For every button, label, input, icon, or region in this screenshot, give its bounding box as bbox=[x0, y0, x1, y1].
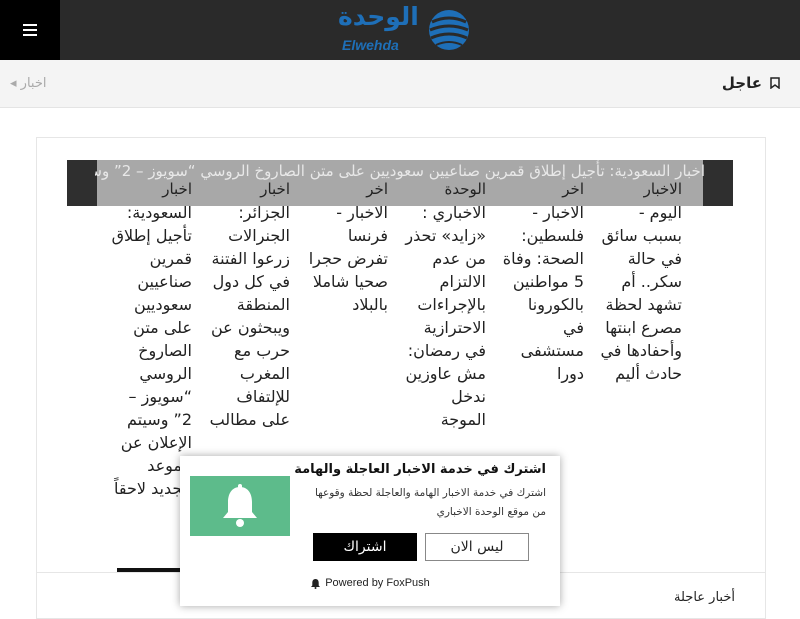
menu-button[interactable] bbox=[0, 0, 60, 60]
card-title[interactable]: الاخباري : «زايد» تحذر من عدم الالتزام ب… bbox=[404, 201, 486, 431]
logo-english-text: Elwehda bbox=[342, 37, 399, 53]
breaking-ticker[interactable]: اخبار ◂ bbox=[10, 76, 46, 91]
news-card[interactable]: اخر الاخبار - فرنسا تفرض حجرا صحيا شاملا… bbox=[306, 178, 388, 316]
popup-title: اشترك في خدمة الاخبار العاجلة والهامة bbox=[294, 462, 546, 477]
slider-next-button[interactable] bbox=[703, 160, 733, 206]
section-heading: أخبار عاجلة bbox=[674, 590, 735, 605]
site-logo[interactable]: الوحدة Elwehda bbox=[336, 2, 472, 56]
globe-logo-icon bbox=[429, 10, 469, 50]
popup-message: اشترك في خدمة الاخبار الهامة والعاجلة لح… bbox=[314, 487, 546, 518]
bookmark-icon bbox=[770, 77, 780, 89]
subscribe-button[interactable]: اشتراك bbox=[313, 533, 417, 561]
powered-by-text: Powered by FoxPush bbox=[325, 577, 430, 589]
card-category: الاخبار bbox=[643, 180, 682, 198]
card-category: اخبار bbox=[162, 180, 192, 198]
news-card[interactable]: الوحدة الاخباري : «زايد» تحذر من عدم الا… bbox=[404, 178, 486, 431]
bell-icon bbox=[223, 484, 257, 527]
not-now-button[interactable]: ليس الان bbox=[425, 533, 529, 561]
card-category: اخر bbox=[562, 180, 584, 198]
logo-arabic-text: الوحدة bbox=[338, 2, 419, 31]
card-title[interactable]: الاخبار - فرنسا تفرض حجرا صحيا شاملا بال… bbox=[306, 201, 388, 316]
ticker-text: اخبار bbox=[20, 76, 47, 91]
news-card[interactable]: اخبار الجزائر: الجنرالات زرعوا الفتنة في… bbox=[208, 178, 290, 431]
card-category: اخبار bbox=[260, 180, 290, 198]
card-category: الوحدة bbox=[444, 180, 487, 198]
site-header: الوحدة Elwehda bbox=[0, 0, 800, 60]
section-accent-bar bbox=[117, 568, 187, 572]
card-title[interactable]: الجزائر: الجنرالات زرعوا الفتنة في كل دو… bbox=[208, 201, 290, 431]
breaking-label-text: عاجل bbox=[721, 74, 762, 92]
small-bell-icon bbox=[311, 578, 321, 589]
news-card[interactable]: اخر الاخبار - فلسطين: الصحة: وفاة 5 مواط… bbox=[502, 178, 584, 385]
news-card[interactable]: الاخبار اليوم - بسبب سائق في حالة سكر.. … bbox=[600, 178, 682, 385]
card-title[interactable]: الاخبار - فلسطين: الصحة: وفاة 5 مواطنين … bbox=[502, 201, 584, 385]
push-subscribe-popup: اشترك في خدمة الاخبار العاجلة والهامة اش… bbox=[180, 456, 560, 606]
news-card[interactable]: اخبار السعودية: تأجيل إطلاق قمرين صناعيي… bbox=[110, 178, 192, 500]
popup-bell-tile bbox=[190, 476, 290, 536]
ticker-arrow-icon: ◂ bbox=[10, 76, 17, 91]
card-category: اخر bbox=[366, 180, 388, 198]
slider-prev-button[interactable] bbox=[67, 160, 97, 206]
hamburger-icon bbox=[23, 24, 37, 36]
card-title[interactable]: اليوم - بسبب سائق في حالة سكر.. أم تشهد … bbox=[600, 201, 682, 385]
powered-by[interactable]: Powered by FoxPush bbox=[180, 577, 560, 589]
breaking-label: عاجل bbox=[722, 74, 780, 92]
breaking-news-bar: عاجل اخبار ◂ bbox=[0, 60, 800, 108]
